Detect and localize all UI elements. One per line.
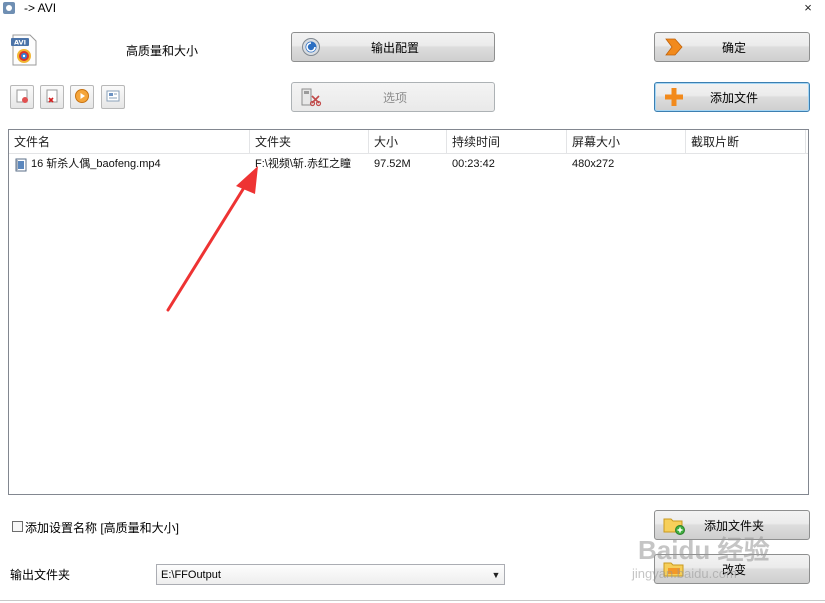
play-tool[interactable]	[70, 85, 94, 109]
column-header-duration[interactable]: 持续时间	[447, 130, 567, 154]
confirm-button[interactable]: 确定	[654, 32, 810, 62]
window-title: -> AVI	[24, 1, 57, 15]
list-header: 文件名 文件夹 大小 持续时间 屏幕大小 截取片断	[9, 130, 808, 154]
cell-duration: 00:23:42	[452, 158, 495, 170]
play-icon	[74, 88, 90, 107]
column-header-folder[interactable]: 文件夹	[250, 130, 369, 154]
cell-size: 97.52M	[374, 158, 411, 170]
video-file-icon	[14, 158, 28, 172]
watermark-brand: Baidu 经验	[638, 535, 770, 565]
close-button[interactable]: ×	[800, 0, 816, 16]
app-icon	[2, 1, 16, 15]
gear-icon	[298, 34, 324, 60]
title-bar	[0, 0, 825, 18]
info-icon	[105, 88, 121, 107]
cell-clip	[686, 155, 806, 174]
output-folder-label: 输出文件夹	[10, 568, 71, 582]
options-button[interactable]: 选项	[291, 82, 495, 112]
options-icon	[298, 84, 324, 110]
confirm-arrow-icon	[661, 34, 687, 60]
file-list[interactable]: 文件名 文件夹 大小 持续时间 屏幕大小 截取片断 16 斩杀人偶_baofen…	[8, 129, 809, 495]
annotation-arrow	[166, 166, 258, 312]
confirm-label: 确定	[721, 40, 746, 55]
cell-screen-size: 480x272	[572, 158, 615, 170]
add-file-label: 添加文件	[709, 90, 758, 105]
file-name: 16 斩杀人偶_baofeng.mp4	[31, 158, 161, 170]
add-setting-name-label: 添加设置名称 [高质量和大小]	[25, 521, 180, 535]
output-folder-value: E:\FFOutput	[161, 568, 221, 581]
chevron-down-icon: ▼	[491, 569, 501, 580]
options-label: 选项	[382, 90, 407, 105]
svg-text:AVI: AVI	[14, 39, 26, 47]
column-header-clip[interactable]: 截取片断	[686, 130, 806, 154]
output-config-button[interactable]: 输出配置	[291, 32, 495, 62]
profile-label: 高质量和大小	[126, 44, 199, 58]
add-setting-name-checkbox[interactable]	[12, 521, 23, 532]
output-config-label: 输出配置	[370, 40, 419, 55]
column-header-screen-size[interactable]: 屏幕大小	[567, 130, 686, 154]
column-header-filename[interactable]: 文件名	[9, 130, 250, 154]
add-item-icon	[14, 88, 30, 107]
info-tool[interactable]	[101, 85, 125, 109]
output-folder-select[interactable]: E:\FFOutput ▼	[156, 564, 505, 585]
delete-tool[interactable]	[40, 85, 64, 109]
column-header-size[interactable]: 大小	[369, 130, 447, 154]
add-file-button[interactable]: 添加文件	[654, 82, 810, 112]
avi-file-icon: AVI	[10, 34, 38, 66]
new-item-tool[interactable]	[10, 85, 34, 109]
plus-icon	[661, 84, 687, 110]
watermark-url: jingyan.baidu.com	[632, 566, 737, 581]
table-row[interactable]: 16 斩杀人偶_baofeng.mp4 F:\视频\斩.赤红之瞳 97.52M …	[9, 155, 808, 174]
delete-icon	[44, 88, 60, 107]
window-bottom-border	[0, 600, 825, 601]
